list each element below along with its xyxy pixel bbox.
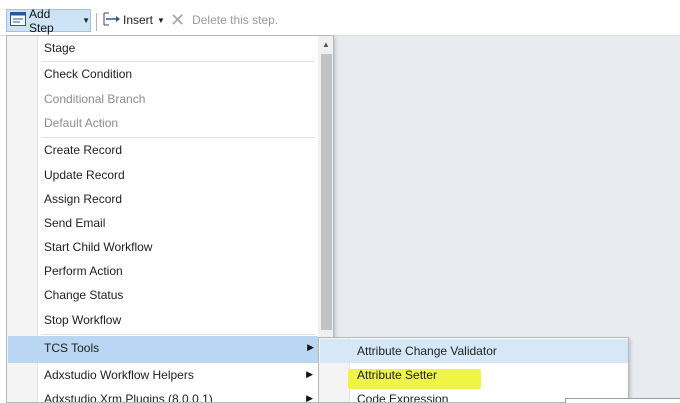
- delete-step-button[interactable]: ✕ Delete this step.: [170, 9, 278, 31]
- delete-x-icon: ✕: [170, 10, 186, 30]
- submenu-arrow-icon: ▶: [306, 393, 313, 403]
- menu-item-change-status[interactable]: Change Status: [8, 283, 317, 307]
- insert-label: Insert: [123, 13, 154, 27]
- toolbar-divider: [96, 13, 97, 31]
- chevron-down-icon: ▼: [82, 16, 90, 25]
- add-step-menu: Stage Check Condition Conditional Branch…: [6, 35, 334, 403]
- menu-item-assign-record[interactable]: Assign Record: [8, 187, 317, 211]
- submenu-arrow-icon: ▶: [306, 369, 313, 379]
- toolbar: Add Step ▼ Insert ▼ ✕ Delete this step.: [0, 0, 680, 36]
- menu-item-create-record[interactable]: Create Record: [8, 138, 317, 162]
- menu-item-stage[interactable]: Stage: [8, 36, 317, 60]
- scroll-up-icon[interactable]: ▲: [322, 40, 330, 49]
- add-step-icon: [10, 12, 26, 29]
- menu-item-tcs-tools[interactable]: TCS Tools ▶: [8, 336, 318, 363]
- scrollbar-thumb[interactable]: [321, 54, 332, 330]
- delete-step-label: Delete this step.: [192, 13, 279, 27]
- menu-item-send-email[interactable]: Send Email: [8, 211, 317, 235]
- submenu-item-attribute-change-validator[interactable]: Attribute Change Validator: [320, 339, 628, 363]
- add-step-button[interactable]: Add Step ▼: [6, 6, 91, 35]
- insert-icon: [103, 12, 121, 29]
- menu-item-check-condition[interactable]: Check Condition: [8, 62, 317, 86]
- menu-item-default-action: Default Action: [44, 116, 119, 130]
- submenu-item-attribute-setter[interactable]: Attribute Setter: [320, 363, 628, 387]
- submenu-arrow-icon: ▶: [307, 342, 314, 352]
- tcs-tools-submenu: Attribute Change Validator Attribute Set…: [318, 337, 629, 403]
- add-step-label: Add Step: [29, 6, 54, 35]
- menu-item-start-child-workflow[interactable]: Start Child Workflow: [8, 235, 317, 259]
- menu-item-perform-action[interactable]: Perform Action: [8, 259, 317, 283]
- chevron-down-icon: ▼: [157, 15, 165, 25]
- menu-separator: [42, 334, 315, 335]
- menu-item-adxstudio-xrm-plugins[interactable]: Adxstudio.Xrm.Plugins (8.0.0.1) ▶: [8, 387, 317, 403]
- menu-item-adxstudio-workflow-helpers[interactable]: Adxstudio Workflow Helpers ▶: [8, 363, 317, 387]
- menu-item-stop-workflow[interactable]: Stop Workflow: [8, 308, 317, 332]
- menu-item-conditional-branch: Conditional Branch: [44, 92, 146, 106]
- canvas-step-box[interactable]: [565, 398, 680, 403]
- insert-button[interactable]: Insert ▼: [103, 9, 165, 31]
- menu-item-update-record[interactable]: Update Record: [8, 163, 317, 187]
